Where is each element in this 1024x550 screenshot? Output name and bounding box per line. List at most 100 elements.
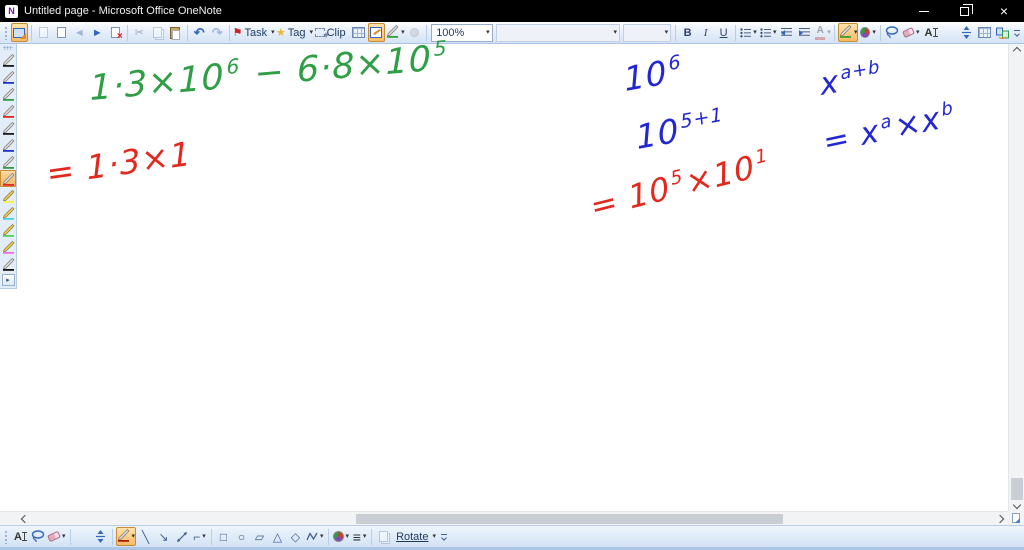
toolbar-grip[interactable]	[4, 25, 8, 40]
font-color-bar	[815, 36, 826, 40]
full-page-view-button[interactable]	[10, 23, 28, 42]
toolbar-overflow-button[interactable]	[438, 527, 449, 546]
shape-color-button[interactable]: ▾	[332, 527, 351, 546]
italic-button[interactable]: I	[697, 23, 714, 42]
scroll-up-button[interactable]	[1009, 44, 1024, 58]
delete-button[interactable]	[940, 23, 957, 42]
minimize-button[interactable]	[904, 0, 944, 22]
arrow-icon: ↘	[158, 529, 169, 544]
font-size-combo[interactable]: ▾	[623, 23, 672, 42]
font-color-button[interactable]: A ▾	[814, 23, 831, 42]
palette-highlighter-yellow[interactable]	[0, 187, 16, 204]
palette-pen-red-thick[interactable]	[0, 170, 16, 187]
triangle-icon: △	[272, 529, 283, 544]
palette-pen-blue[interactable]	[0, 68, 16, 85]
horizontal-scroll-thumb[interactable]	[356, 514, 783, 524]
toolbar-grip[interactable]	[4, 529, 8, 544]
rotate-button[interactable]: Rotate ▾	[393, 527, 437, 546]
palette-grip[interactable]	[3, 46, 13, 50]
task-button[interactable]: ⚑ Task ▾	[233, 23, 275, 42]
text-tool-button[interactable]: A	[922, 23, 939, 42]
eraser-button[interactable]: ▾	[47, 527, 67, 546]
draw-corner-line-button[interactable]: ⌐ ▾	[191, 527, 208, 546]
scroll-right-button[interactable]	[993, 512, 1007, 526]
draw-line-button[interactable]: ╲	[137, 527, 154, 546]
eraser-icon	[901, 26, 915, 39]
decrease-indent-button[interactable]	[778, 23, 795, 42]
lasso-select-button[interactable]	[29, 527, 46, 546]
line-thickness-button[interactable]: ≡ ▾	[351, 527, 368, 546]
draw-triangle-button[interactable]: △	[269, 527, 286, 546]
palette-highlighter-pink[interactable]	[0, 238, 16, 255]
open-button[interactable]	[35, 23, 52, 42]
separator	[228, 24, 230, 41]
redo-button[interactable]: ↷	[209, 23, 226, 42]
underline-button[interactable]: U	[715, 23, 732, 42]
delete-page-button[interactable]: ×	[107, 23, 124, 42]
draw-parallelogram-button[interactable]: ▱	[251, 527, 268, 546]
scroll-left-button[interactable]	[18, 512, 32, 526]
draw-double-arrow-button[interactable]	[173, 527, 190, 546]
pen-input-panel-button[interactable]	[367, 23, 385, 42]
undo-button[interactable]: ↶	[191, 23, 208, 42]
chevron-left-icon	[20, 514, 30, 524]
palette-pen-red[interactable]	[0, 102, 16, 119]
copy-button[interactable]	[149, 23, 166, 42]
palette-pen-black[interactable]	[0, 51, 16, 68]
palette-pen-dark[interactable]	[0, 255, 16, 272]
insert-remove-space-button[interactable]	[92, 527, 109, 546]
palette-expand-button[interactable]: ▸	[1, 274, 15, 286]
insert-table-button[interactable]	[350, 23, 367, 42]
pen-palette: ▸	[0, 44, 17, 289]
draw-arrow-button[interactable]: ↘	[155, 527, 172, 546]
palette-pen-green-thick[interactable]	[0, 153, 16, 170]
paste-button[interactable]	[167, 23, 184, 42]
vertical-scroll-thumb[interactable]	[1011, 478, 1023, 500]
page-curl-button[interactable]	[1012, 513, 1020, 523]
table-button[interactable]	[976, 23, 993, 42]
numbered-list-button[interactable]: ▾	[759, 23, 778, 42]
increase-indent-button[interactable]	[796, 23, 813, 42]
insert-remove-space-button[interactable]	[958, 23, 975, 42]
ink-color-button[interactable]: ▾	[859, 23, 877, 42]
palette-pen-black-thick[interactable]	[0, 119, 16, 136]
vertical-scrollbar[interactable]	[1008, 44, 1024, 512]
lasso-select-button[interactable]	[884, 23, 901, 42]
font-color-dropdown-icon: ▾	[827, 29, 831, 36]
bold-button[interactable]: B	[679, 23, 696, 42]
forward-button[interactable]: ►	[89, 23, 106, 42]
font-name-combo[interactable]: ▾	[495, 23, 621, 42]
toolbar-overflow-button[interactable]	[1012, 23, 1023, 42]
draw-diamond-button[interactable]: ◇	[287, 527, 304, 546]
separator	[834, 24, 836, 41]
ink-canvas[interactable]: 1·3×106 − 6·8×105 = 1·3×1 106 105+1 = 105×10…	[0, 36, 1008, 512]
eraser-icon	[47, 530, 61, 543]
new-page-button[interactable]	[53, 23, 70, 42]
duplicate-button[interactable]	[375, 527, 392, 546]
pen-tool-button[interactable]: ▾	[838, 23, 859, 42]
draw-polyline-button[interactable]: ▾	[305, 527, 325, 546]
delete-button[interactable]	[74, 527, 91, 546]
eraser-button[interactable]: ▾	[901, 23, 921, 42]
palette-highlighter-turquoise[interactable]	[0, 204, 16, 221]
bullet-list-button[interactable]: ▾	[739, 23, 758, 42]
pen-menu-button[interactable]: ▾	[386, 23, 406, 42]
text-tool-button[interactable]: A	[11, 527, 28, 546]
back-icon: ◄	[73, 26, 85, 39]
cut-button[interactable]: ✂	[131, 23, 148, 42]
tag-button[interactable]: ★ Tag ▾	[276, 23, 313, 42]
pen-tool-button[interactable]: ▾	[115, 527, 137, 546]
restore-button[interactable]	[944, 0, 984, 22]
palette-highlighter-green[interactable]	[0, 221, 16, 238]
clip-button[interactable]: + Clip	[314, 23, 348, 42]
scroll-down-button[interactable]	[1009, 498, 1024, 512]
research-button[interactable]	[994, 23, 1011, 42]
horizontal-scrollbar[interactable]	[0, 511, 1008, 525]
draw-rectangle-button[interactable]: □	[215, 527, 232, 546]
diamond-icon: ◇	[290, 529, 301, 544]
close-button[interactable]: ×	[984, 0, 1024, 22]
palette-pen-green[interactable]	[0, 85, 16, 102]
draw-ellipse-button[interactable]: ○	[233, 527, 250, 546]
palette-pen-blue-thick[interactable]	[0, 136, 16, 153]
back-button[interactable]: ◄	[71, 23, 88, 42]
